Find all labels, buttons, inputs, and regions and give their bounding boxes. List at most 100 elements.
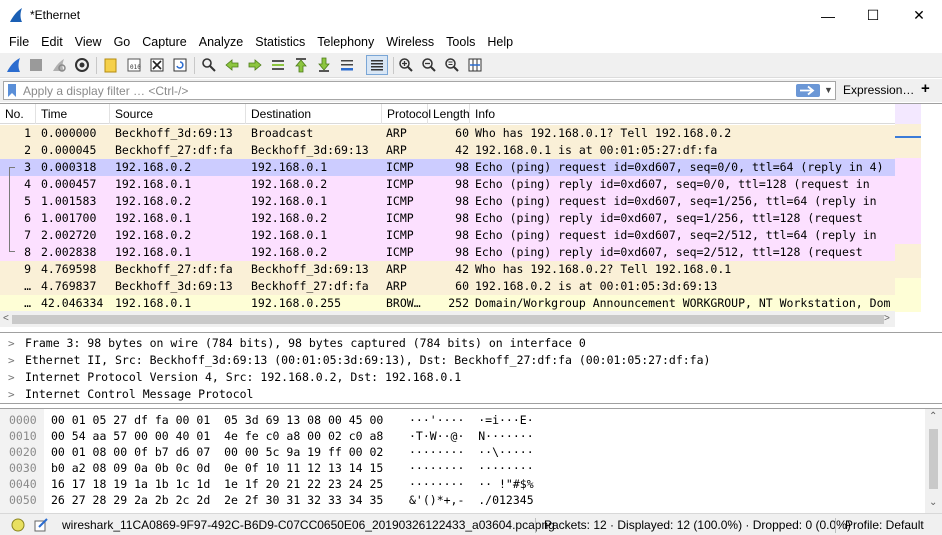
column-header-source[interactable]: Source <box>110 104 246 124</box>
chevron-right-icon[interactable]: > <box>8 369 15 386</box>
cell-time: 0.000318 <box>41 160 97 174</box>
maximize-icon: ☐ <box>866 7 880 23</box>
chevron-right-icon[interactable]: > <box>8 335 15 352</box>
colorize-button[interactable] <box>366 55 388 75</box>
cell-destination: Beckhoff_3d:69:13 <box>251 143 369 157</box>
cell-info: Who has 192.168.0.1? Tell 192.168.0.2 <box>475 126 732 140</box>
packet-list-horizontal-scrollbar[interactable]: < > <box>0 311 895 327</box>
close-file-button[interactable] <box>148 56 166 74</box>
resize-columns-button[interactable] <box>466 56 484 74</box>
cell-no: 3 <box>24 160 31 174</box>
cell-source: 192.168.0.1 <box>115 211 192 225</box>
bookmark-icon[interactable] <box>7 84 17 97</box>
restart-capture-button[interactable] <box>50 56 68 74</box>
menu-help[interactable]: Help <box>481 31 519 53</box>
cell-info: Echo (ping) reply id=0xd607, seq=1/256, … <box>475 211 863 225</box>
find-packet-button[interactable] <box>200 56 218 74</box>
column-header-destination[interactable]: Destination <box>246 104 382 124</box>
stop-capture-button[interactable] <box>27 56 45 74</box>
cell-protocol: ARP <box>386 262 407 276</box>
menu-analyze[interactable]: Analyze <box>193 31 249 53</box>
menu-capture[interactable]: Capture <box>136 31 192 53</box>
reload-file-button[interactable] <box>171 56 189 74</box>
go-to-packet-button[interactable] <box>269 56 287 74</box>
table-row[interactable]: … 4.769837 Beckhoff_3d:69:13 Beckhoff_27:df… <box>0 278 895 295</box>
profile-indicator[interactable]: Profile: Default <box>845 518 924 532</box>
close-button[interactable]: ✕ <box>896 0 942 31</box>
column-header-no[interactable]: No. <box>0 104 36 124</box>
first-packet-button[interactable] <box>292 56 310 74</box>
detail-row-icmp[interactable]: > Internet Control Message Protocol <box>0 386 942 403</box>
scroll-down-icon[interactable]: ⌄ <box>929 497 937 508</box>
chevron-right-icon[interactable]: > <box>8 386 15 403</box>
cell-length: 98 <box>455 228 469 242</box>
go-forward-button[interactable] <box>246 56 264 74</box>
column-header-info[interactable]: Info <box>470 104 895 124</box>
table-row[interactable]: 2 0.000045 Beckhoff_27:df:fa Beckhoff_3d:69… <box>0 142 895 159</box>
display-filter-input[interactable] <box>23 83 783 98</box>
menu-view[interactable]: View <box>69 31 108 53</box>
table-row[interactable]: … 42.046334 192.168.0.1 192.168.0.255 BROW… 2… <box>0 295 895 312</box>
add-filter-button[interactable]: + <box>921 80 930 97</box>
menu-edit[interactable]: Edit <box>35 31 69 53</box>
table-row[interactable]: 4 0.000457 192.168.0.1 192.168.0.2 ICMP 98 Ech… <box>0 176 895 193</box>
table-row[interactable]: 5 1.001583 192.168.0.2 192.168.0.1 ICMP 98 Ech… <box>0 193 895 210</box>
start-capture-button[interactable] <box>5 56 23 74</box>
menu-telephony[interactable]: Telephony <box>311 31 380 53</box>
cell-protocol: ICMP <box>386 228 414 242</box>
chevron-right-icon[interactable]: > <box>8 352 15 369</box>
zoom-out-button[interactable] <box>420 56 438 74</box>
capture-comment-icon[interactable] <box>33 517 49 533</box>
status-bar: wireshark_11CA0869-9F97-492C-B6D9-C07CC0… <box>0 513 942 535</box>
go-back-button[interactable] <box>223 56 241 74</box>
apply-filter-button[interactable] <box>796 84 820 97</box>
column-header-time[interactable]: Time <box>36 104 110 124</box>
detail-row-ethernet[interactable]: > Ethernet II, Src: Beckhoff_3d:69:13 (00… <box>0 352 942 369</box>
last-packet-button[interactable] <box>315 56 333 74</box>
scroll-left-icon[interactable]: < <box>3 313 9 324</box>
menu-statistics[interactable]: Statistics <box>249 31 311 53</box>
go-to-packet-icon <box>272 60 284 70</box>
scroll-thumb[interactable] <box>12 315 884 324</box>
close-icon: ✕ <box>913 7 925 23</box>
table-row[interactable]: 6 1.001700 192.168.0.1 192.168.0.2 ICMP 98 Ech… <box>0 210 895 227</box>
table-row[interactable]: 1 0.000000 Beckhoff_3d:69:13 Broadcast ARP 60… <box>0 125 895 142</box>
save-file-button[interactable]: 010 <box>125 56 143 74</box>
table-row[interactable]: 7 2.002720 192.168.0.2 192.168.0.1 ICMP 98 Ech… <box>0 227 895 244</box>
cell-destination: Beckhoff_3d:69:13 <box>251 262 369 276</box>
minimize-button[interactable]: — <box>805 0 851 31</box>
capture-options-button[interactable] <box>73 56 91 74</box>
bytes-scrollbar[interactable]: ⌃ ⌄ <box>925 409 942 513</box>
open-file-button[interactable] <box>102 56 120 74</box>
column-header-length[interactable]: Length <box>428 104 470 124</box>
normal-size-button[interactable] <box>443 56 461 74</box>
menu-go[interactable]: Go <box>108 31 137 53</box>
menu-wireless[interactable]: Wireless <box>380 31 440 53</box>
display-filter-box: ▼ <box>3 81 836 100</box>
menu-tools[interactable]: Tools <box>440 31 481 53</box>
minimize-icon: — <box>821 7 835 24</box>
expression-button[interactable]: Expression… <box>843 83 914 97</box>
scroll-up-icon[interactable]: ⌃ <box>929 411 937 422</box>
detail-row-frame[interactable]: > Frame 3: 98 bytes on wire (784 bits), 9… <box>0 335 942 352</box>
cell-no: 9 <box>24 262 31 276</box>
table-row[interactable]: 3 0.000318 192.168.0.2 192.168.0.1 ICMP 98 Ech… <box>0 159 895 176</box>
cell-destination: 192.168.0.2 <box>251 177 328 191</box>
expert-info-icon[interactable] <box>11 518 25 532</box>
zoom-in-button[interactable] <box>397 56 415 74</box>
table-row[interactable]: 8 2.002838 192.168.0.1 192.168.0.2 ICMP 98 Ech… <box>0 244 895 261</box>
detail-row-ipv4[interactable]: > Internet Protocol Version 4, Src: 192.1… <box>0 369 942 386</box>
column-header-protocol[interactable]: Protocol <box>382 104 431 124</box>
packet-list-scrollbar[interactable] <box>895 104 942 312</box>
cell-length: 98 <box>455 194 469 208</box>
cell-time: 4.769598 <box>41 262 97 276</box>
scroll-thumb[interactable] <box>929 429 938 489</box>
cell-length: 60 <box>455 279 469 293</box>
autoscroll-button[interactable] <box>338 56 356 74</box>
table-row[interactable]: 9 4.769598 Beckhoff_27:df:fa Beckhoff_3d:69… <box>0 261 895 278</box>
capture-options-icon <box>75 58 89 72</box>
filter-history-dropdown[interactable]: ▼ <box>824 85 833 95</box>
scroll-right-icon[interactable]: > <box>884 313 890 324</box>
menu-file[interactable]: File <box>3 31 35 53</box>
maximize-button[interactable]: ☐ <box>850 0 896 31</box>
